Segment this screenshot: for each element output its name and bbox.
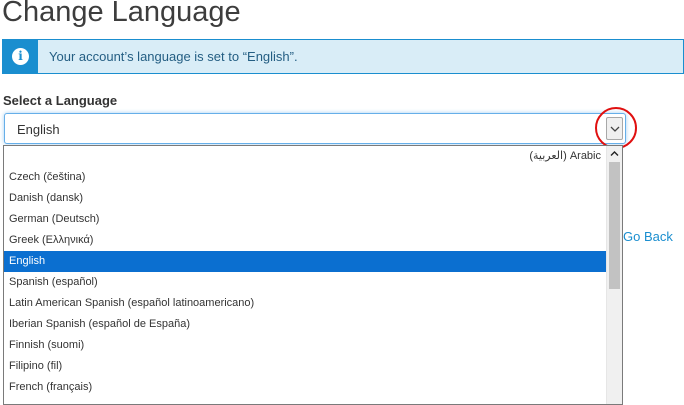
dropdown-option[interactable]: Iberian Spanish (español de España) [4,314,607,335]
dropdown-option[interactable]: Czech (čeština) [4,167,607,188]
select-language-label: Select a Language [3,93,118,108]
annotation-circle [595,107,637,149]
info-icon-box: i [3,40,38,73]
info-icon: i [12,48,29,65]
language-dropdown-list[interactable]: (العربية) Arabic Czech (čeština) Danish (d… [3,145,623,405]
dropdown-option[interactable]: Danish (dansk) [4,188,607,209]
dropdown-option[interactable]: German (Deutsch) [4,209,607,230]
scroll-up-button[interactable] [607,146,622,161]
language-select-value: English [17,122,60,137]
dropdown-option[interactable]: English [4,251,607,272]
dropdown-option[interactable]: French (français) [4,377,607,398]
language-select[interactable]: English [4,113,626,144]
dropdown-option[interactable]: Greek (Ελληνικά) [4,230,607,251]
alert-message: Your account’s language is set to “Engli… [49,49,298,64]
dropdown-option[interactable]: Filipino (fil) [4,356,607,377]
info-alert: i Your account’s language is set to “Eng… [2,39,684,74]
dropdown-option[interactable]: (العربية) Arabic [4,146,607,167]
dropdown-scrollbar[interactable] [606,146,622,404]
dropdown-option[interactable]: Finnish (suomi) [4,335,607,356]
dropdown-options: (العربية) Arabic Czech (čeština) Danish (d… [4,146,607,398]
chevron-up-icon [610,151,619,156]
scroll-thumb[interactable] [609,162,620,289]
go-back-link[interactable]: Go Back [623,229,673,244]
dropdown-option[interactable]: Spanish (español) [4,272,607,293]
dropdown-option[interactable]: Latin American Spanish (español latinoam… [4,293,607,314]
page-title: Change Language [2,0,241,28]
